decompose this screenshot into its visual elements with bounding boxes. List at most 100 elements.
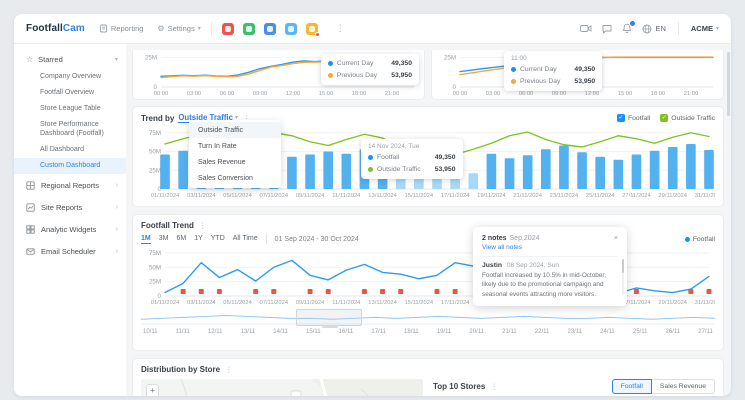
notes-period: Sep,2024: [509, 235, 540, 242]
account-menu[interactable]: ACME ▾: [691, 24, 719, 33]
sidebar-item-label: Analytic Widgets: [41, 225, 97, 235]
language-selector[interactable]: EN: [642, 24, 666, 34]
sidebar-item-label: Email Scheduler: [41, 247, 96, 257]
svg-text:29/11/2024: 29/11/2024: [658, 193, 687, 199]
dropdown-option[interactable]: Turn In Rate: [189, 138, 281, 154]
app-logo[interactable]: FootfallCam: [26, 23, 85, 34]
svg-text:03/11/2024: 03/11/2024: [187, 193, 216, 199]
video-camera-icon[interactable]: [580, 24, 592, 33]
cloud-app-icon[interactable]: [284, 22, 297, 35]
brush-labels: 10/11 11/11 12/11 13/11 14/11 15/11 16/11 17/11…: [141, 329, 715, 335]
chat-icon[interactable]: [602, 24, 612, 34]
store-map[interactable]: + −: [141, 379, 423, 396]
svg-text:09/11/2024: 09/11/2024: [296, 300, 325, 306]
people-counter-app-icon[interactable]: [263, 22, 276, 35]
date-range[interactable]: 01 Sep 2024 - 30 Oct 2024: [275, 236, 359, 243]
scrollbar-thumb[interactable]: [727, 52, 730, 116]
period-tab[interactable]: 3M: [159, 235, 169, 244]
svg-text:0: 0: [158, 293, 162, 300]
sidebar-item-site-reports[interactable]: Site Reports ›: [14, 198, 126, 218]
panel-menu-icon[interactable]: ⋮: [490, 382, 498, 391]
series-dot: [684, 236, 690, 242]
svg-text:11/11/2024: 11/11/2024: [332, 300, 361, 306]
nav-settings[interactable]: ⚙ Settings ▾: [157, 24, 200, 33]
sidebar-item-analytic-widgets[interactable]: Analytic Widgets ›: [14, 220, 126, 240]
svg-text:19/11/2024: 19/11/2024: [477, 193, 506, 199]
sidebar-item[interactable]: Footfall Overview: [14, 84, 126, 100]
mail-icon: [26, 247, 36, 256]
svg-text:05/11/2024: 05/11/2024: [223, 193, 252, 199]
svg-text:21:00: 21:00: [684, 91, 699, 97]
brush-scroll-handle[interactable]: [321, 325, 338, 328]
sidebar-group-starred[interactable]: ☆ Starred ▾: [14, 52, 126, 68]
svg-text:01/11/2024: 01/11/2024: [151, 300, 180, 306]
panel-menu-icon[interactable]: ⋮: [225, 365, 233, 374]
view-all-notes-link[interactable]: View all notes: [482, 244, 522, 251]
nav-reporting[interactable]: Reporting: [99, 24, 143, 33]
brush-chart: [141, 309, 715, 325]
notification-dot: [314, 31, 320, 37]
logo-text-primary: Footfall: [26, 23, 63, 34]
tooltip-row: Footfall 49,350: [368, 152, 456, 164]
sidebar-item-label: Site Reports: [41, 203, 83, 213]
notes-popup: 2 notes Sep,2024 × View all notes Justin…: [473, 227, 627, 306]
dropdown-option[interactable]: Sales Conversion: [189, 170, 281, 186]
svg-text:25M: 25M: [145, 54, 157, 61]
sidebar-item[interactable]: Company Overview: [14, 68, 126, 84]
svg-text:00:00: 00:00: [154, 91, 169, 97]
sales-revenue-toggle-button[interactable]: Sales Revenue: [650, 379, 715, 394]
svg-text:13/11/2024: 13/11/2024: [368, 300, 397, 306]
svg-text:31/11/2024: 31/11/2024: [695, 193, 715, 199]
period-tab[interactable]: 6M: [176, 235, 186, 244]
app-window: FootfallCam Reporting ⚙ Settings ▾ ⋮ EN: [14, 14, 731, 396]
files-app-icon[interactable]: [305, 22, 320, 37]
zoom-in-button[interactable]: +: [147, 385, 158, 396]
sidebar-item[interactable]: Store Performance Dashboard (Footfall): [14, 116, 126, 141]
popup-scrollbar[interactable]: [621, 259, 624, 295]
dropdown-option[interactable]: Sales Revenue: [189, 154, 281, 170]
series-dot: [327, 61, 333, 67]
legend-checkbox[interactable]: ✓ Footfall: [617, 114, 650, 122]
bell-icon[interactable]: [622, 20, 637, 34]
brush-tick-label: 16/11: [338, 329, 354, 335]
calendar-app-icon[interactable]: [242, 22, 255, 35]
brush-selection[interactable]: [295, 309, 362, 326]
svg-text:03:00: 03:00: [187, 91, 202, 97]
svg-text:03/11/2024: 03/11/2024: [187, 300, 216, 306]
metric-toggle-group: Footfall Sales Revenue: [611, 379, 715, 394]
period-tab[interactable]: 1M: [141, 235, 151, 244]
report-icon: [99, 24, 108, 33]
footfall-line-chart[interactable]: 75M 50M 25M 0 01/11/2024 03/11/2024 05/11/2024…: [141, 246, 715, 306]
dropdown-option[interactable]: Outside Traffic: [189, 122, 281, 138]
series-dot: [368, 166, 373, 172]
panel-menu-icon[interactable]: ⋮: [199, 221, 207, 230]
more-apps-icon[interactable]: ⋮: [336, 24, 345, 34]
svg-text:03:00: 03:00: [486, 91, 501, 97]
sidebar-item[interactable]: Store League Table: [14, 100, 126, 116]
svg-text:27/11/2024: 27/11/2024: [622, 193, 651, 199]
sidebar-item[interactable]: Custom Dashboard: [14, 157, 126, 174]
brush-tick-label: 24/11: [600, 329, 615, 335]
sidebar-item-email-scheduler[interactable]: Email Scheduler ›: [14, 242, 126, 262]
svg-text:50M: 50M: [149, 264, 161, 271]
sidebar-item-regional-reports[interactable]: Regional Reports ›: [14, 176, 126, 196]
chevron-right-icon: ›: [115, 204, 118, 212]
period-tab[interactable]: All Time: [233, 235, 258, 244]
chevron-down-icon: ▾: [715, 25, 719, 32]
content-scrollbar[interactable]: [727, 48, 730, 388]
close-icon[interactable]: ×: [614, 233, 618, 242]
trend-by-title: Trend by: [141, 113, 175, 123]
footfall-toggle-button[interactable]: Footfall: [611, 379, 652, 394]
booth-app-icon[interactable]: [221, 22, 234, 35]
divider: [265, 234, 267, 244]
period-tab[interactable]: 1Y: [194, 235, 203, 244]
svg-text:13/11/2024: 13/11/2024: [368, 193, 397, 199]
sidebar-item[interactable]: All Dashboard: [14, 141, 126, 157]
tooltip-date: 14 Nov 2024, Tue: [368, 143, 420, 150]
current-vs-previous-card-left: 25M 0 00:00 03:00 06:00 09:00 12:00 15:00 18:00 2…: [132, 50, 425, 100]
sidebar: ☆ Starred ▾ Company Overview Footfall Ove…: [14, 44, 126, 396]
chevron-right-icon: ›: [115, 248, 118, 256]
legend-checkbox[interactable]: ✓ Outside Traffic: [660, 114, 715, 122]
period-tab[interactable]: YTD: [211, 235, 225, 244]
starred-label: Starred: [38, 55, 63, 64]
